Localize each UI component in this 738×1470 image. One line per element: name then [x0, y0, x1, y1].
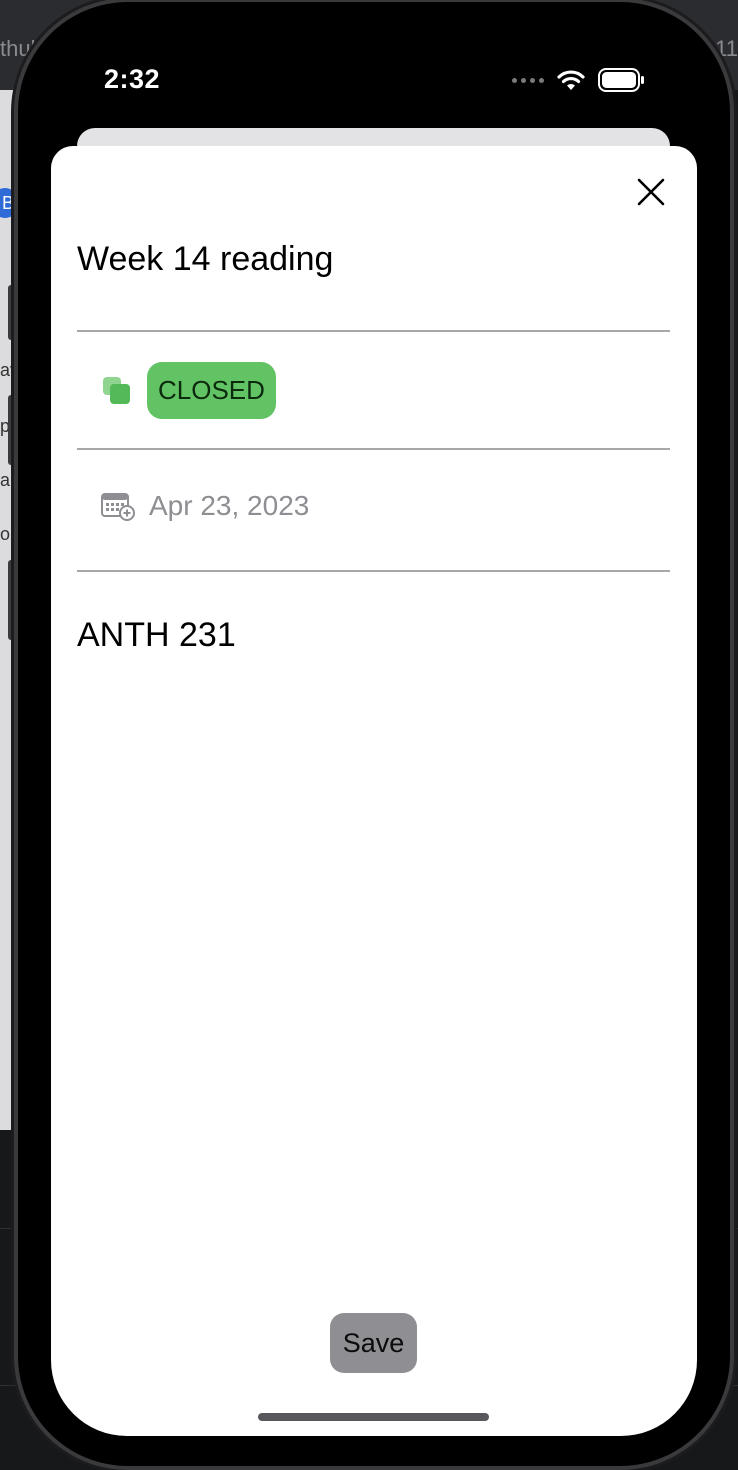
battery-icon [598, 68, 644, 92]
background-scrollbar [8, 395, 16, 465]
status-bar-icons [512, 68, 646, 92]
detail-sheet: Week 14 reading CLOSED Apr 23, 2023 ANTH… [51, 146, 697, 1436]
date-row[interactable]: Apr 23, 2023 [101, 490, 309, 522]
background-fragment: o [0, 524, 11, 544]
status-bar-time: 2:32 [104, 64, 161, 94]
calendar-add-icon [101, 493, 135, 521]
course-label[interactable]: ANTH 231 [77, 616, 236, 655]
wifi-icon [557, 70, 585, 90]
background-fragment: av [0, 360, 20, 380]
divider [77, 448, 670, 450]
close-button[interactable] [631, 172, 671, 212]
divider [77, 570, 670, 572]
background-scrollbar [8, 560, 16, 640]
background-scrollbar [8, 285, 16, 340]
status-badge[interactable]: CLOSED [147, 362, 276, 419]
close-icon [637, 178, 665, 206]
save-button[interactable]: Save [330, 1313, 417, 1373]
due-date-text: Apr 23, 2023 [149, 490, 310, 521]
status-row: CLOSED [101, 362, 276, 419]
background-fragment: a [0, 470, 11, 490]
divider [77, 330, 670, 332]
home-indicator [258, 1413, 489, 1421]
cellular-dots-icon [512, 77, 544, 83]
stacked-squares-icon [103, 376, 130, 404]
task-title[interactable]: Week 14 reading [77, 240, 333, 279]
